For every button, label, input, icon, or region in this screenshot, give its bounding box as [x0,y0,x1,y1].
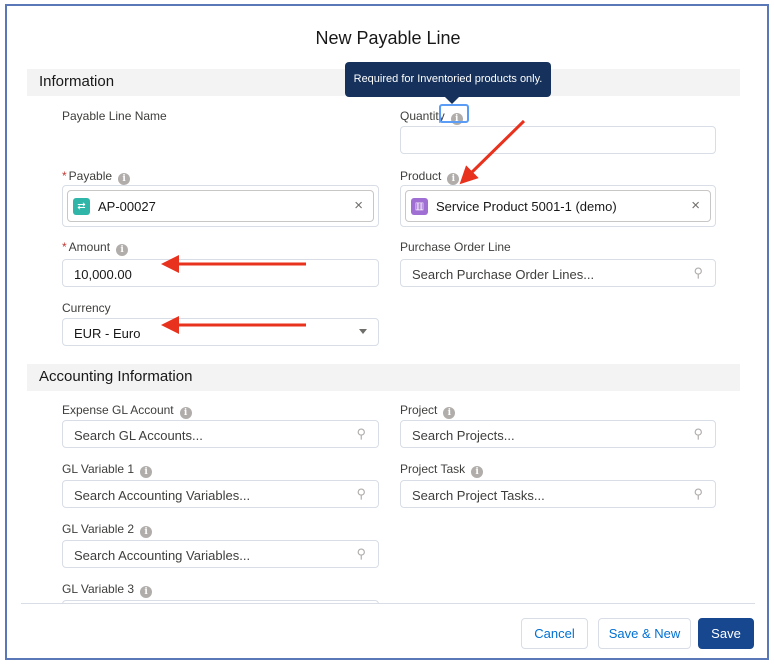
new-payable-line-modal: New Payable Line Information Payable Lin… [21,6,755,658]
product-record-icon: ▥ [411,198,428,215]
product-selected-pill[interactable]: ▥ Service Product 5001-1 (demo) × [405,190,711,222]
project-task-label: Project Task i [400,462,484,478]
expense-gl-account-label: Expense GL Account i [62,403,192,419]
currency-label: Currency [62,301,111,315]
amount-info-icon[interactable]: i [116,244,129,256]
gl-variable-1-label: GL Variable 1i [62,462,153,478]
project-task-info-icon[interactable]: i [471,466,484,478]
search-icon: ⚲ [693,265,703,280]
project-task-search[interactable]: Search Project Tasks... ⚲ [400,480,716,508]
expense-gl-account-info-icon[interactable]: i [179,407,192,419]
search-icon: ⚲ [356,546,366,561]
payable-record-icon: ⇄ [73,198,90,215]
save-button[interactable]: Save [698,618,754,649]
product-clear-icon[interactable]: × [691,197,700,214]
section-accounting-information: Accounting Information [27,364,740,391]
product-label: Product i [400,169,460,185]
search-icon: ⚲ [356,486,366,501]
modal-body[interactable]: Information Payable Line Name Quantity i … [21,64,755,604]
payable-clear-icon[interactable]: × [354,197,363,214]
amount-label: * Amount i [62,240,129,256]
gl-variable-2-info-icon[interactable]: i [140,526,153,538]
search-icon: ⚲ [693,426,703,441]
quantity-help-tooltip: Required for Inventoried products only. [345,62,551,104]
quantity-input[interactable] [400,126,716,154]
section-accounting-title: Accounting Information [39,368,193,385]
search-icon: ⚲ [356,426,366,441]
payable-lookup[interactable]: ⇄ AP-00027 × [62,185,379,227]
screenshot-frame: New Payable Line Information Payable Lin… [5,4,769,660]
currency-select[interactable]: EUR - Euro [62,318,379,346]
payable-line-name-label: Payable Line Name [62,109,167,123]
save-and-new-button[interactable]: Save & New [598,618,691,649]
expense-gl-account-search[interactable]: Search GL Accounts... ⚲ [62,420,379,448]
project-search[interactable]: Search Projects... ⚲ [400,420,716,448]
cancel-button[interactable]: Cancel [521,618,588,649]
section-information-title: Information [39,73,115,90]
chevron-down-icon [359,329,367,334]
payable-label: * Payable i [62,169,131,185]
gl-variable-3-info-icon[interactable]: i [140,586,153,598]
payable-info-icon[interactable]: i [118,173,131,185]
payable-selected-pill[interactable]: ⇄ AP-00027 × [67,190,374,222]
product-lookup[interactable]: ▥ Service Product 5001-1 (demo) × [400,185,716,227]
product-info-icon[interactable]: i [447,173,460,185]
purchase-order-line-label: Purchase Order Line [400,240,511,254]
search-icon: ⚲ [693,486,703,501]
gl-variable-2-search[interactable]: Search Accounting Variables... ⚲ [62,540,379,568]
project-info-icon[interactable]: i [443,407,456,419]
project-label: Project i [400,403,456,419]
gl-variable-1-search[interactable]: Search Accounting Variables... ⚲ [62,480,379,508]
amount-input[interactable]: 10,000.00 [62,259,379,287]
modal-title: New Payable Line [315,28,461,48]
purchase-order-line-search[interactable]: Search Purchase Order Lines... ⚲ [400,259,716,287]
modal-footer: Cancel Save & New Save [21,603,755,658]
gl-variable-1-info-icon[interactable]: i [140,466,153,478]
gl-variable-3-label: GL Variable 3i [62,582,153,598]
quantity-info-focus-ring [439,104,469,123]
gl-variable-2-label: GL Variable 2i [62,522,153,538]
